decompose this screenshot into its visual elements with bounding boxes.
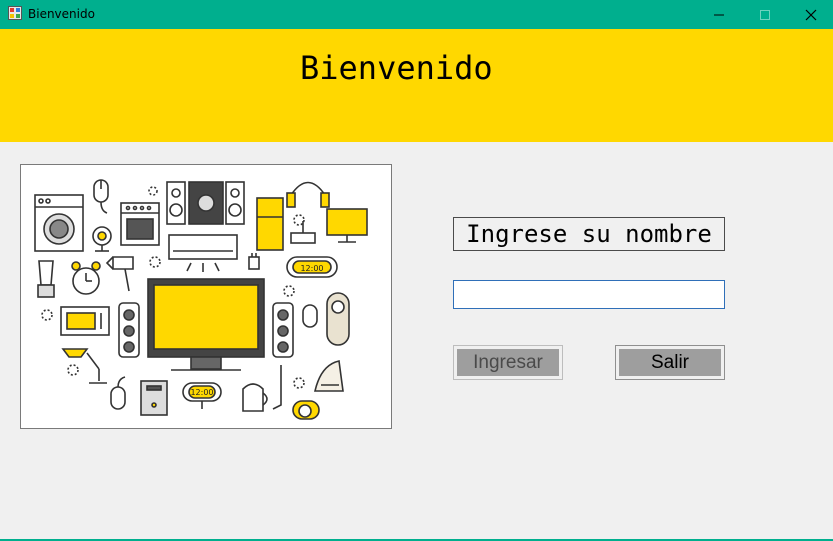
title-bar: Bienvenido: [0, 0, 833, 29]
microwave-icon: [60, 306, 110, 336]
appliances-picture: 12:00 12:00: [20, 164, 392, 429]
right-speaker-icon: [272, 302, 294, 358]
router-icon: [290, 221, 316, 244]
shaver-icon: [326, 292, 350, 346]
washing-machine-icon: [34, 194, 84, 252]
alarm-clock-icon: [71, 261, 101, 295]
webcam-icon: [92, 226, 112, 252]
banner-title: Bienvenido: [300, 49, 493, 87]
vacuum-cleaner-icon: [272, 365, 320, 420]
scale-clock-text: 12:00: [190, 388, 213, 397]
name-prompt-label: Ingrese su nombre: [453, 217, 725, 251]
ingresar-button[interactable]: Ingresar: [453, 345, 563, 380]
radio-clock-text: 12:00: [300, 264, 323, 273]
stereo-system-icon: [166, 181, 245, 225]
headphones-icon: [286, 181, 330, 208]
monitor-icon: [326, 208, 368, 243]
mouse-icon: [93, 179, 109, 214]
fridge-icon: [256, 197, 284, 251]
pc-tower-icon: [140, 380, 168, 416]
hair-dryer-icon: [105, 256, 134, 292]
oven-icon: [120, 202, 160, 246]
name-input[interactable]: [453, 280, 725, 309]
window-title: Bienvenido: [28, 7, 95, 21]
plug-icon: [248, 253, 260, 270]
minimize-button[interactable]: [696, 0, 742, 29]
desk-lamp-icon: [61, 348, 107, 384]
close-icon: [805, 9, 817, 20]
small-mouse-icon: [302, 304, 318, 328]
blender-icon: [37, 260, 55, 298]
minimize-icon: [714, 14, 724, 15]
television-icon: [147, 278, 265, 371]
kettle-icon: [242, 383, 268, 412]
ingresar-button-label: Ingresar: [457, 349, 559, 376]
maximize-icon: [760, 9, 770, 20]
welcome-banner: Bienvenido: [0, 29, 833, 142]
appliances-illustration: 12:00 12:00: [34, 179, 368, 420]
mouse-bottom-icon: [110, 376, 126, 410]
salir-button[interactable]: Salir: [615, 345, 725, 380]
iron-icon: [313, 360, 344, 392]
salir-button-label: Salir: [619, 349, 721, 376]
air-conditioner-icon: [168, 234, 238, 272]
close-button[interactable]: [788, 0, 833, 29]
left-speaker-icon: [118, 302, 140, 358]
maximize-button[interactable]: [742, 0, 788, 29]
app-icon: [8, 6, 22, 20]
